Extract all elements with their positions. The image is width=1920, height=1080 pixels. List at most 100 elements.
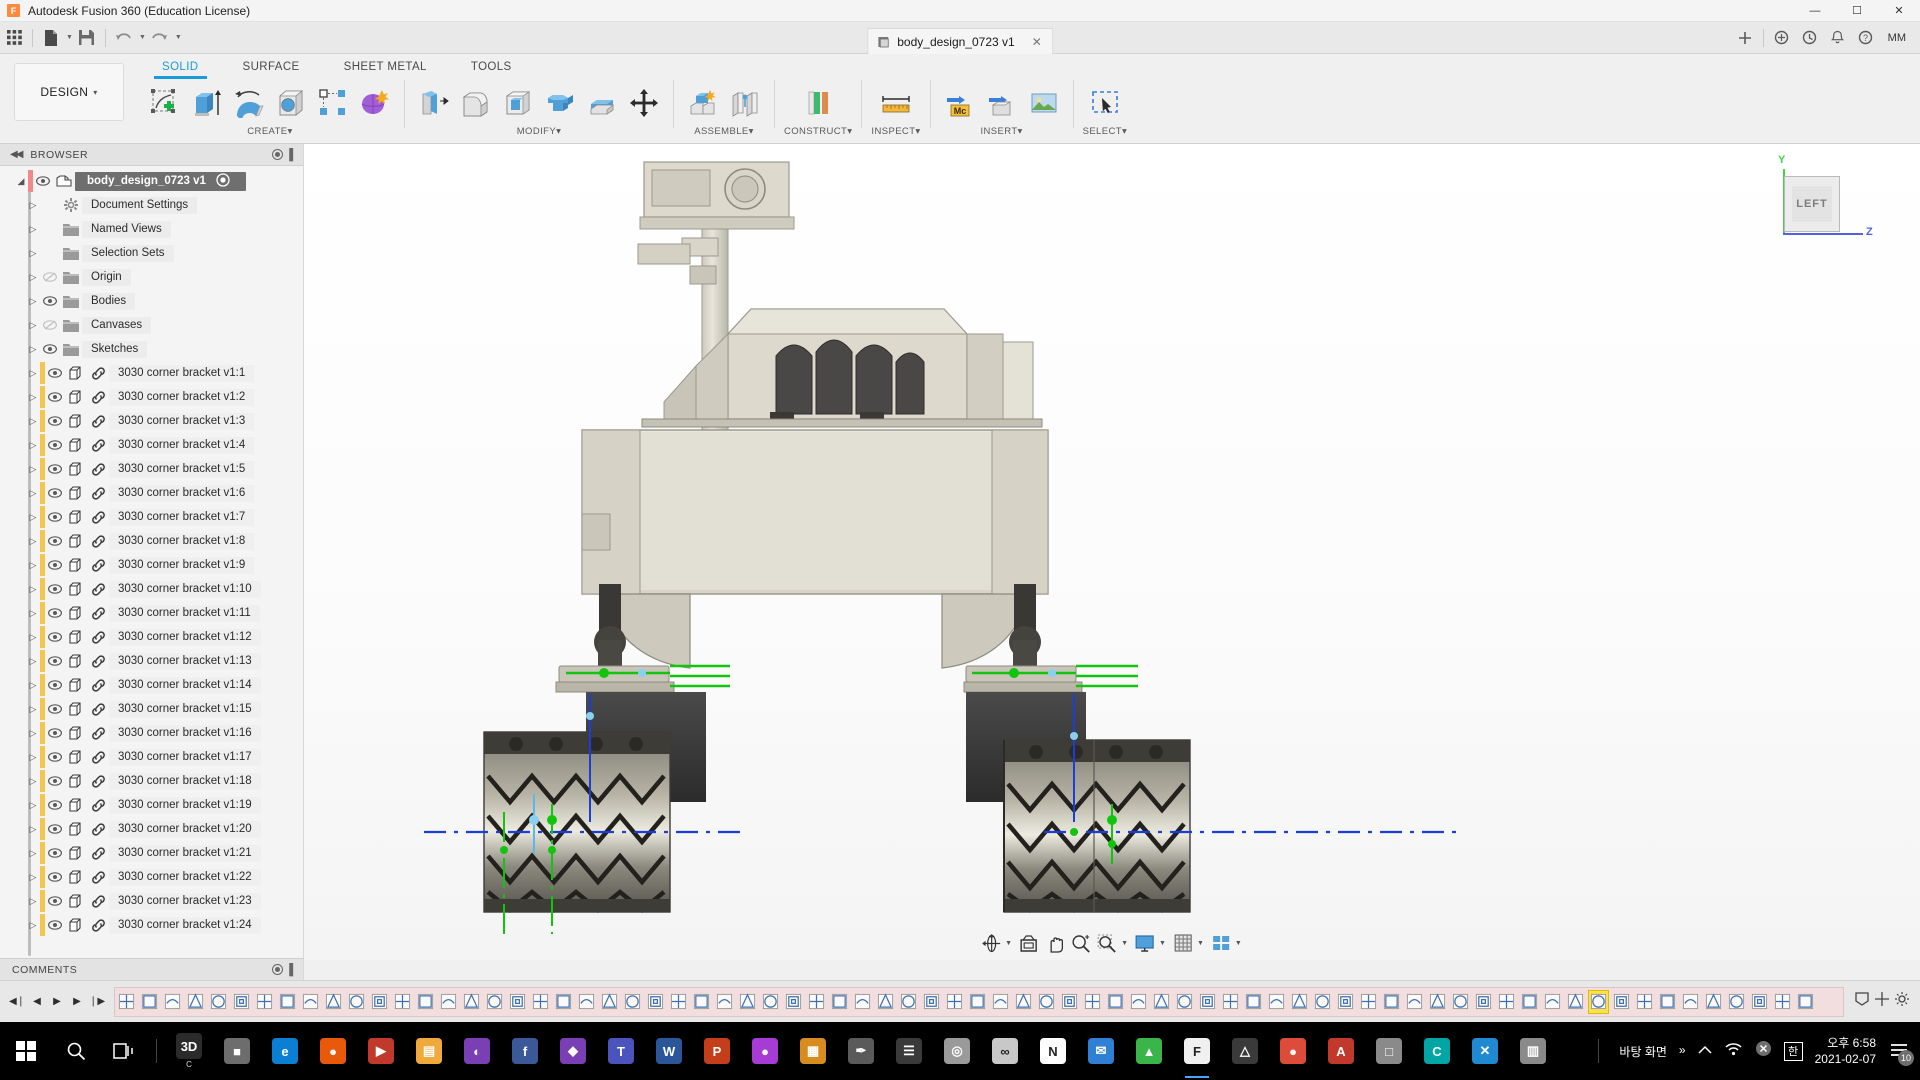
timeline-feature[interactable] <box>1427 990 1448 1014</box>
comments-panel[interactable]: COMMENTS ▌ <box>0 958 304 980</box>
hole-icon[interactable] <box>271 82 311 124</box>
save-icon[interactable] <box>74 25 100 51</box>
expand-arrow-icon[interactable]: ▷ <box>26 608 40 619</box>
units-indicator[interactable]: MM <box>1880 32 1914 44</box>
tree-row-component[interactable]: ▷3030 corner bracket v1:24 <box>0 913 303 937</box>
app-creo[interactable]: C <box>1413 1022 1461 1080</box>
tree-component-label[interactable]: 3030 corner bracket v1:21 <box>109 845 261 862</box>
tree-row-component[interactable]: ▷3030 corner bracket v1:22 <box>0 865 303 889</box>
eye-icon[interactable] <box>45 608 65 618</box>
tab-sheet-metal[interactable]: SHEET METAL <box>322 58 449 78</box>
eye-icon[interactable] <box>45 896 65 906</box>
expand-arrow-icon[interactable]: ▷ <box>26 560 40 571</box>
tree-row-component[interactable]: ▷3030 corner bracket v1:21 <box>0 841 303 865</box>
measure-icon[interactable] <box>876 82 916 124</box>
timeline-feature[interactable] <box>1312 990 1333 1014</box>
tree-row-folder[interactable]: ▷Selection Sets <box>0 241 303 265</box>
eye-icon[interactable] <box>45 872 65 882</box>
timeline-feature[interactable] <box>1358 990 1379 1014</box>
timeline-feature[interactable] <box>185 990 206 1014</box>
orbit-icon[interactable] <box>979 931 1003 955</box>
app-3dp[interactable]: 3DC <box>165 1022 213 1080</box>
expand-arrow-icon[interactable]: ▷ <box>26 752 40 763</box>
tree-folder-label[interactable]: Sketches <box>82 341 147 358</box>
timeline-feature[interactable] <box>852 990 873 1014</box>
tree-component-label[interactable]: 3030 corner bracket v1:16 <box>109 725 261 742</box>
tree-row-folder[interactable]: ▷Bodies <box>0 289 303 313</box>
timeline-feature[interactable] <box>1657 990 1678 1014</box>
expand-arrow-icon[interactable]: ▷ <box>26 728 40 739</box>
eye-icon[interactable] <box>45 824 65 834</box>
expand-arrow-icon[interactable]: ▷ <box>26 896 40 907</box>
eye-icon[interactable] <box>45 488 65 498</box>
tree-row-component[interactable]: ▷3030 corner bracket v1:11 <box>0 601 303 625</box>
timeline-feature[interactable] <box>944 990 965 1014</box>
timeline-feature[interactable] <box>875 990 896 1014</box>
display-settings-caret-icon[interactable]: ▼ <box>1159 940 1166 947</box>
expand-arrow-icon[interactable]: ▷ <box>26 632 40 643</box>
eye-icon[interactable] <box>45 464 65 474</box>
tree-row-component[interactable]: ▷3030 corner bracket v1:3 <box>0 409 303 433</box>
tree-row-component[interactable]: ▷3030 corner bracket v1:4 <box>0 433 303 457</box>
eye-icon[interactable] <box>45 416 65 426</box>
expand-arrow-icon[interactable]: ◢ <box>14 176 28 187</box>
expand-arrow-icon[interactable]: ▷ <box>26 680 40 691</box>
app-record[interactable]: ● <box>741 1022 789 1080</box>
expand-arrow-icon[interactable]: ▷ <box>26 296 40 307</box>
timeline-feature[interactable] <box>1519 990 1540 1014</box>
tree-component-label[interactable]: 3030 corner bracket v1:23 <box>109 893 261 910</box>
eye-icon[interactable] <box>45 560 65 570</box>
expand-arrow-icon[interactable]: ▷ <box>26 344 40 355</box>
new-file-caret-icon[interactable]: ▼ <box>66 34 73 41</box>
timeline-feature[interactable] <box>898 990 919 1014</box>
eye-icon[interactable] <box>45 512 65 522</box>
3d-viewport[interactable]: Y Z LEFT ▼ ▼ <box>304 144 1920 960</box>
timeline-feature[interactable] <box>300 990 321 1014</box>
app-infinity[interactable]: ∞ <box>981 1022 1029 1080</box>
timeline-feature[interactable] <box>231 990 252 1014</box>
panel-construct-label[interactable]: CONSTRUCT▾ <box>784 126 852 137</box>
tree-folder-label[interactable]: Origin <box>82 269 131 286</box>
tree-component-label[interactable]: 3030 corner bracket v1:6 <box>109 485 254 502</box>
expand-arrow-icon[interactable]: ▷ <box>26 512 40 523</box>
tree-component-label[interactable]: 3030 corner bracket v1:8 <box>109 533 254 550</box>
tree-row-component[interactable]: ▷3030 corner bracket v1:20 <box>0 817 303 841</box>
step-forward-button[interactable]: ▶ <box>68 992 86 1012</box>
timeline-feature[interactable] <box>369 990 390 1014</box>
tree-component-label[interactable]: 3030 corner bracket v1:10 <box>109 581 261 598</box>
timeline-feature[interactable] <box>1243 990 1264 1014</box>
comments-dock-icon[interactable]: ▌ <box>289 964 297 976</box>
tree-folder-label[interactable]: Canvases <box>82 317 151 334</box>
timeline-feature[interactable] <box>990 990 1011 1014</box>
timeline-feature[interactable] <box>622 990 643 1014</box>
timeline-feature[interactable] <box>277 990 298 1014</box>
expand-arrow-icon[interactable]: ▷ <box>26 536 40 547</box>
timeline-feature[interactable] <box>967 990 988 1014</box>
redo-icon[interactable] <box>147 25 173 51</box>
shell-icon[interactable] <box>498 82 538 124</box>
tree-row-folder[interactable]: ▷ Sketches <box>0 337 303 361</box>
panel-assemble-label[interactable]: ASSEMBLE▾ <box>694 126 754 137</box>
play-button[interactable]: ▶ <box>48 992 66 1012</box>
eye-off-icon[interactable] <box>40 320 60 330</box>
tree-row-component[interactable]: ▷3030 corner bracket v1:15 <box>0 697 303 721</box>
timeline-feature[interactable] <box>1197 990 1218 1014</box>
pan-icon[interactable] <box>1043 931 1067 955</box>
rectangular-pattern-icon[interactable] <box>313 82 353 124</box>
view-cube-face[interactable]: LEFT <box>1784 176 1840 232</box>
timeline-marker-icon[interactable] <box>1854 991 1870 1012</box>
expand-arrow-icon[interactable]: ▷ <box>26 800 40 811</box>
tray-overflow-label[interactable]: » <box>1679 1043 1686 1057</box>
zoom-window-caret-icon[interactable]: ▼ <box>1121 940 1128 947</box>
timeline-feature[interactable] <box>691 990 712 1014</box>
eye-icon[interactable] <box>45 440 65 450</box>
timeline-feature[interactable] <box>1174 990 1195 1014</box>
expand-arrow-icon[interactable]: ▷ <box>26 584 40 595</box>
desktop-label[interactable]: 바탕 화면 <box>1619 1043 1667 1060</box>
tree-component-label[interactable]: 3030 corner bracket v1:20 <box>109 821 261 838</box>
app-powerpoint[interactable]: P <box>693 1022 741 1080</box>
eye-icon[interactable] <box>45 800 65 810</box>
zoom-icon[interactable] <box>1069 931 1093 955</box>
timeline-feature[interactable] <box>553 990 574 1014</box>
panel-select-label[interactable]: SELECT▾ <box>1083 126 1128 137</box>
